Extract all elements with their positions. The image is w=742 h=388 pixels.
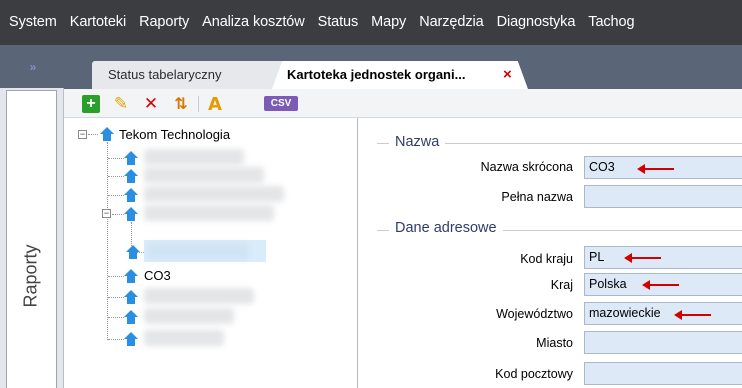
tree-connector [108, 176, 124, 177]
font-icon[interactable]: A [206, 94, 224, 115]
org-unit-icon [124, 269, 138, 283]
toolbar: + ✎ ✕ ⇅ A CSV [64, 89, 742, 118]
label-nazwa-skrocona: Nazwa skrócona [480, 160, 573, 174]
label-wojewodztwo: Województwo [496, 307, 573, 321]
tab-kartoteka-jednostek[interactable]: Kartoteka jednostek organi... × [272, 61, 528, 89]
menu-status[interactable]: Status [311, 0, 365, 45]
double-chevron-right-icon: » [29, 59, 37, 74]
org-unit-icon [124, 332, 138, 346]
org-unit-form: Nazwa Nazwa skrócona CO3 Pełna nazwa Dan… [359, 118, 742, 388]
annotation-arrow [674, 310, 711, 320]
label-kod-pocztowy: Kod pocztowy [495, 367, 573, 381]
collapse-expander-icon[interactable]: − [78, 130, 87, 139]
label-miasto: Miasto [536, 336, 573, 350]
annotation-arrow [642, 280, 679, 290]
org-unit-icon [100, 127, 114, 141]
menu-raporty[interactable]: Raporty [132, 0, 195, 45]
tree-connector [88, 134, 98, 135]
kod-pocztowy-input[interactable] [584, 362, 742, 385]
menu-tachograf[interactable]: Tachog [581, 0, 640, 45]
org-unit-icon [124, 290, 138, 304]
toolbar-separator [198, 96, 199, 112]
csv-export-button[interactable]: CSV [264, 96, 298, 111]
wojewodztwo-input[interactable]: mazowieckie [584, 302, 742, 325]
collapse-panel-button[interactable]: » [0, 45, 64, 88]
tree-node-label-redacted[interactable] [144, 205, 274, 221]
org-unit-icon [124, 151, 138, 165]
menu-mapy[interactable]: Mapy [364, 0, 412, 45]
pelna-nazwa-input[interactable] [584, 185, 742, 208]
collapse-expander-icon[interactable]: − [102, 209, 111, 218]
label-kod-kraju: Kod kraju [520, 252, 573, 266]
org-unit-icon [124, 169, 138, 183]
tab-label: Kartoteka jednostek organi... [287, 67, 466, 82]
tree-connector [108, 339, 124, 340]
tree-connector [108, 158, 124, 159]
menu-kartoteki[interactable]: Kartoteki [63, 0, 132, 45]
tree-node-label-redacted[interactable] [144, 308, 234, 324]
tab-strip: Status tabelaryczny Kartoteka jednostek … [64, 45, 742, 89]
close-tab-icon[interactable]: × [503, 61, 512, 89]
menu-analiza-kosztow[interactable]: Analiza kosztów [195, 0, 310, 45]
org-unit-icon [124, 207, 138, 221]
tree-node-label-redacted [148, 243, 248, 259]
tree-selected-node[interactable] [144, 240, 266, 262]
tree-connector [108, 195, 124, 196]
tree-connector [112, 214, 124, 215]
raporty-panel-tab[interactable]: Raporty [6, 90, 57, 388]
delete-icon[interactable]: ✕ [142, 94, 160, 113]
org-unit-tree[interactable]: − Tekom Technologia − CO3 [64, 118, 358, 388]
tree-node-label-redacted[interactable] [144, 186, 284, 202]
group-title-dane-adresowe: Dane adresowe [389, 220, 503, 236]
menu-bar: System Kartoteki Raporty Analiza kosztów… [0, 0, 742, 45]
org-unit-icon [124, 310, 138, 324]
raporty-label: Raporty [20, 244, 41, 308]
tree-connector [108, 276, 124, 277]
tab-label: Status tabelaryczny [108, 67, 222, 82]
kod-kraju-input[interactable]: PL [584, 246, 742, 269]
annotation-arrow [637, 164, 674, 174]
tree-node-label-redacted[interactable] [144, 149, 244, 165]
org-unit-icon [126, 245, 140, 259]
menu-narzedzia[interactable]: Narzędzia [412, 0, 489, 45]
miasto-input[interactable] [584, 331, 742, 354]
add-icon[interactable]: + [82, 95, 100, 113]
menu-diagnostyka[interactable]: Diagnostyka [490, 0, 582, 45]
tree-connector [108, 297, 124, 298]
tree-node-label-redacted[interactable] [144, 330, 224, 346]
tree-node-label-redacted[interactable] [144, 167, 264, 183]
tree-connector [108, 317, 124, 318]
tree-root-label[interactable]: Tekom Technologia [119, 127, 230, 142]
group-title-nazwa: Nazwa [389, 134, 446, 150]
tree-node-co3[interactable]: CO3 [144, 268, 171, 283]
annotation-arrow [624, 253, 661, 263]
sort-icon[interactable]: ⇅ [172, 95, 190, 113]
org-unit-icon [124, 188, 138, 202]
edit-pencil-icon[interactable]: ✎ [112, 94, 130, 113]
left-side-panel: » Raporty [0, 45, 64, 388]
label-pelna-nazwa: Pełna nazwa [501, 190, 573, 204]
tree-connector [107, 142, 108, 340]
menu-system[interactable]: System [0, 0, 63, 45]
tab-status-tabelaryczny[interactable]: Status tabelaryczny [92, 61, 299, 89]
tree-node-label-redacted[interactable] [144, 288, 254, 304]
label-kraj: Kraj [550, 278, 573, 292]
